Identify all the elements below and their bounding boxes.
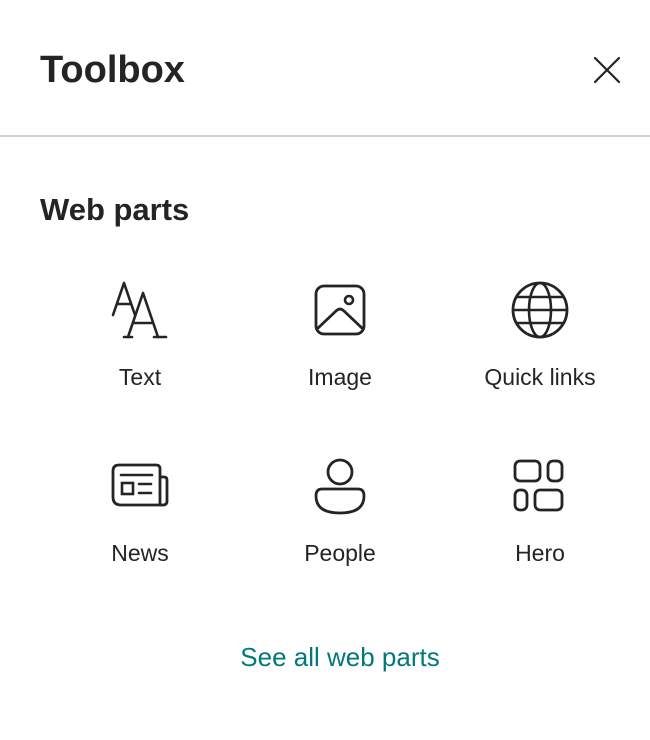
- see-all-web-parts-link[interactable]: See all web parts: [0, 640, 650, 674]
- globe-icon: [510, 280, 570, 340]
- text-icon: [110, 280, 170, 340]
- image-icon: [310, 280, 370, 340]
- web-part-label: Quick links: [484, 364, 596, 390]
- section-title: Web parts: [40, 192, 190, 227]
- web-part-label: Image: [308, 364, 372, 390]
- web-part-label: Text: [118, 364, 162, 390]
- hero-layout-icon: [510, 456, 570, 516]
- web-part-people[interactable]: People: [240, 446, 440, 596]
- web-part-image[interactable]: Image: [240, 270, 440, 420]
- web-part-label: People: [304, 540, 376, 566]
- web-part-label: Hero: [515, 540, 565, 566]
- web-part-quick-links[interactable]: Quick links: [440, 270, 640, 420]
- close-icon: [593, 56, 621, 86]
- close-button[interactable]: [583, 47, 631, 95]
- web-part-text[interactable]: Text: [40, 270, 240, 420]
- header-divider: [0, 135, 650, 137]
- person-icon: [310, 456, 370, 516]
- toolbox-header: Toolbox: [0, 0, 650, 136]
- web-part-news[interactable]: News: [40, 446, 240, 596]
- web-part-hero[interactable]: Hero: [440, 446, 640, 596]
- panel-title: Toolbox: [40, 49, 185, 91]
- news-icon: [110, 456, 170, 516]
- web-part-label: News: [111, 540, 169, 566]
- toolbox-panel: Toolbox Web parts Text Image Quick links…: [0, 0, 650, 740]
